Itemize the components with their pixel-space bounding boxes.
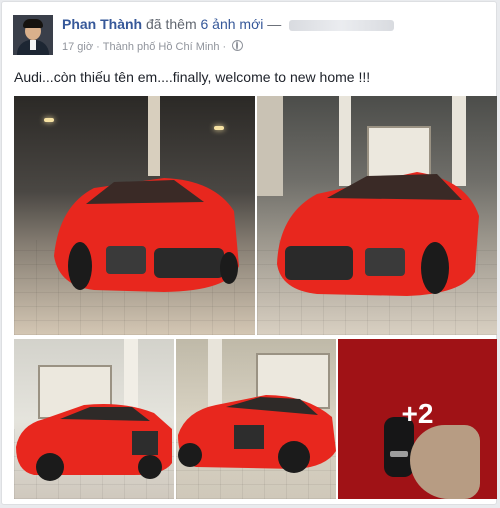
photos-link[interactable]: 6 ảnh mới [201,16,264,32]
timestamp[interactable]: 17 giờ [62,41,93,53]
post-action: đã thêm [146,16,197,32]
avatar[interactable] [13,15,53,55]
dot-separator: · [96,41,100,53]
globe-icon[interactable] [232,40,244,51]
post-caption: Audi...còn thiếu tên em....finally, welc… [14,69,371,85]
photo-2[interactable] [257,96,497,335]
photo-4[interactable] [176,339,336,499]
photo-1[interactable] [14,96,255,335]
author-name[interactable]: Phan Thành [62,16,142,32]
red-car-front-2 [277,172,479,296]
more-photos-count[interactable]: +2 [338,398,497,430]
red-car-side [16,404,172,481]
red-car-front [54,178,239,292]
post-meta: 17 giờ · Thành phố Hồ Chí Minh · [62,40,244,53]
feed-post: Phan Thành đã thêm 6 ảnh mới — 17 giờ · Th… [1,1,497,505]
location-link[interactable]: Thành phố Hồ Chí Minh [103,41,220,53]
red-car-rear [178,395,336,473]
photo-3[interactable] [14,339,174,499]
photo-5-more[interactable]: +2 [338,339,497,499]
blurred-text [289,19,395,31]
dash-separator: — [267,16,282,32]
dot-separator-2: · [222,41,227,53]
post-header: Phan Thành đã thêm 6 ảnh mới — [62,16,395,32]
